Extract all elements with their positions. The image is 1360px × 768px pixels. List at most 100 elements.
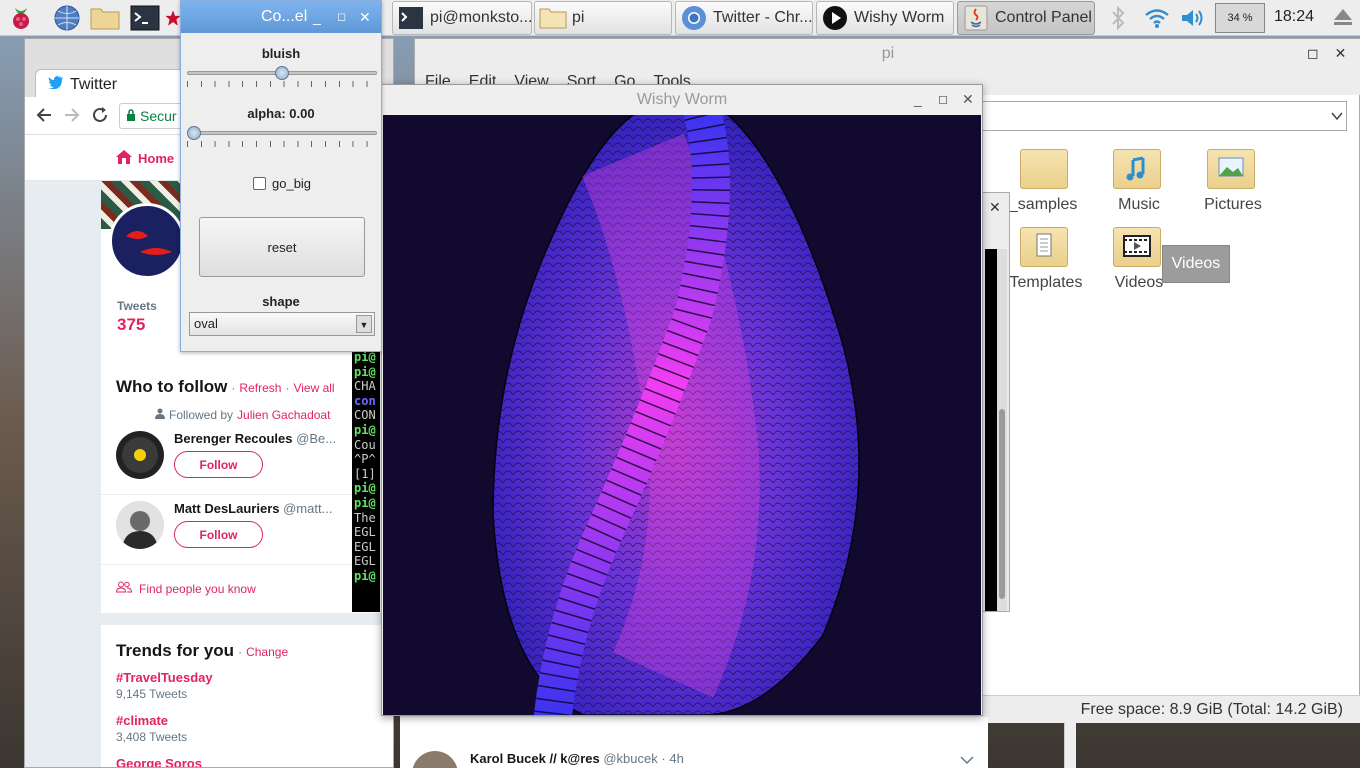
maximize-icon[interactable]: ◻ — [337, 1, 346, 33]
taskbar-chrome-label: Twitter - Chr... — [713, 9, 813, 26]
tweets-label: Tweets — [117, 299, 157, 313]
twitter-bird-icon — [48, 75, 64, 94]
raspberry-menu-icon[interactable] — [6, 3, 36, 33]
nav-home[interactable]: Home — [115, 149, 174, 168]
fm-item-label: 9_samples — [1000, 196, 1078, 213]
secure-label: Secur — [140, 108, 177, 124]
alpha-slider[interactable] — [187, 131, 377, 135]
terminal-line: pi@ — [354, 481, 376, 496]
home-icon — [115, 149, 133, 168]
avatar[interactable] — [412, 751, 458, 768]
shape-select[interactable]: oval ▼ — [189, 312, 375, 336]
scrollbar[interactable] — [1064, 722, 1076, 768]
user-name[interactable]: Berenger Recoules — [174, 431, 293, 446]
videos-folder-icon — [1113, 227, 1161, 267]
trend-item[interactable]: George Soros — [116, 756, 202, 768]
tab-twitter[interactable]: Twitter — [35, 69, 185, 99]
trends-title: Trends for you — [116, 641, 235, 660]
go-big-label: go_big — [272, 176, 312, 191]
close-icon[interactable]: ✕ — [1335, 45, 1347, 62]
close-icon[interactable]: ✕ — [989, 199, 1001, 216]
follow-button[interactable]: Follow — [174, 451, 263, 478]
back-icon[interactable] — [35, 106, 53, 127]
music-folder-icon — [1113, 149, 1161, 189]
reset-button[interactable]: reset — [199, 217, 365, 277]
trend-tag: George Soros — [116, 756, 202, 768]
nav-home-label: Home — [138, 151, 175, 166]
path-input[interactable] — [981, 101, 1347, 131]
person-icon — [155, 408, 165, 422]
taskbar-pi-label: pi — [572, 9, 585, 26]
close-icon[interactable]: ✕ — [962, 91, 974, 108]
tweet-time[interactable]: 4h — [669, 751, 683, 766]
terminal-window[interactable]: pi@ pi@ CHA con CON pi@ Cou ^P^ [1] pi@ … — [352, 350, 380, 612]
taskbar-wishy-worm-label: Wishy Worm — [854, 9, 945, 26]
refresh-link[interactable]: Refresh — [239, 381, 281, 395]
clock[interactable]: 18:24 — [1274, 8, 1314, 26]
taskbar-terminal-button[interactable]: pi@monksto... — [392, 1, 532, 35]
taskbar-pi-button[interactable]: pi — [534, 1, 672, 35]
tweets-count[interactable]: 375 — [117, 315, 145, 335]
templates-folder-icon — [1020, 227, 1068, 267]
fm-item-label: Music — [1118, 196, 1160, 213]
file-manager-icon[interactable] — [90, 3, 120, 33]
find-people-label: Find people you know — [139, 581, 256, 596]
avatar[interactable] — [116, 431, 164, 479]
followed-by-name[interactable]: Julien Gachadoat — [237, 408, 330, 422]
minimize-icon[interactable]: _ — [914, 91, 922, 107]
wishy-worm-window: Wishy Worm _ ◻ ✕ — [381, 84, 983, 716]
alpha-slider-thumb[interactable] — [187, 126, 201, 140]
terminal-line: pi@ — [354, 350, 376, 364]
web-browser-icon[interactable] — [52, 3, 82, 33]
user-handle: @Be... — [296, 431, 337, 446]
maximize-icon[interactable]: ◻ — [1307, 45, 1319, 62]
terminal-line: pi@ — [354, 364, 376, 379]
terminal-line: EGL — [354, 554, 376, 569]
go-big-checkbox[interactable]: go_big — [253, 176, 311, 191]
avatar[interactable] — [116, 501, 164, 549]
avatar[interactable] — [109, 203, 185, 279]
chevron-down-icon[interactable] — [1331, 109, 1343, 124]
trend-count: 3,408 Tweets — [116, 730, 188, 744]
volume-icon[interactable] — [1180, 6, 1206, 33]
forward-icon[interactable] — [63, 106, 81, 127]
chevron-down-icon[interactable]: ▼ — [356, 315, 372, 333]
trend-count: 9,145 Tweets — [116, 687, 188, 701]
chevron-down-icon[interactable] — [960, 753, 974, 768]
wifi-icon[interactable] — [1144, 6, 1170, 33]
worm-canvas[interactable] — [383, 115, 981, 715]
who-to-follow-title: Who to follow — [116, 377, 228, 396]
tweet-author-name[interactable]: Karol Bucek // k@res — [470, 751, 600, 766]
terminal-launcher-icon[interactable] — [130, 3, 160, 33]
terminal-line: EGL — [354, 525, 376, 540]
java-icon — [962, 4, 990, 32]
fm-item-pictures[interactable]: Pictures — [1193, 139, 1303, 219]
taskbar-chrome-button[interactable]: Twitter - Chr... — [675, 1, 813, 35]
close-icon[interactable]: ✕ — [359, 1, 371, 33]
maximize-icon[interactable]: ◻ — [938, 92, 948, 106]
pictures-folder-icon — [1207, 149, 1255, 189]
minimize-icon[interactable]: _ — [313, 1, 321, 33]
bluetooth-icon[interactable] — [1110, 5, 1126, 33]
user-name[interactable]: Matt DesLauriers — [174, 501, 279, 516]
terminal-line: [1] — [354, 466, 376, 481]
tweet-author-handle: @kbucek — [603, 751, 658, 766]
bluish-slider-thumb[interactable] — [275, 66, 289, 80]
cpu-monitor[interactable]: 34 % — [1215, 3, 1265, 33]
user-handle: @matt... — [283, 501, 333, 516]
alpha-label: alpha: 0.00 — [247, 106, 315, 121]
scrollbar[interactable] — [997, 249, 1007, 611]
change-link[interactable]: Change — [246, 645, 288, 659]
trends-card: Trends for you · Change #TravelTuesday 9… — [101, 625, 393, 768]
trend-item[interactable]: #TravelTuesday 9,145 Tweets — [116, 670, 213, 701]
eject-icon[interactable] — [1332, 6, 1354, 31]
trend-tag: #climate — [116, 713, 169, 728]
taskbar-control-panel-button[interactable]: Control Panel — [957, 1, 1095, 35]
trend-item[interactable]: #climate 3,408 Tweets — [116, 713, 187, 744]
follow-button[interactable]: Follow — [174, 521, 263, 548]
view-all-link[interactable]: View all — [293, 381, 334, 395]
taskbar-wishy-worm-button[interactable]: Wishy Worm — [816, 1, 954, 35]
reload-icon[interactable] — [91, 106, 109, 127]
checkbox-box[interactable] — [253, 177, 266, 190]
find-people-link[interactable]: Find people you know — [115, 581, 256, 596]
